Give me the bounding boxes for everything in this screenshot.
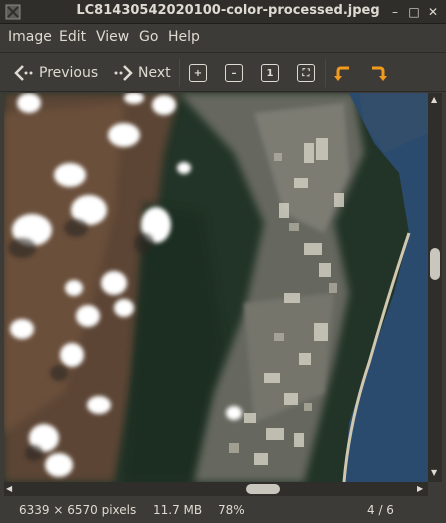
previous-label: Previous bbox=[39, 65, 99, 81]
menu-bar: Image Edit View Go Help bbox=[0, 25, 446, 51]
toolbar-separator bbox=[325, 59, 326, 87]
rotate-right-button[interactable] bbox=[368, 61, 390, 85]
satellite-image bbox=[4, 93, 428, 482]
minimize-icon[interactable]: – bbox=[386, 3, 404, 21]
scroll-left-icon[interactable]: ◀ bbox=[6, 484, 12, 493]
close-icon[interactable]: ✕ bbox=[424, 3, 442, 21]
next-label: Next bbox=[138, 65, 171, 81]
status-bar: 6339 × 6570 pixels 11.7 MB 78% 4 / 6 bbox=[0, 497, 446, 523]
horizontal-scrollbar[interactable]: ◀ ▶ bbox=[4, 482, 428, 496]
next-icon bbox=[114, 65, 133, 81]
menu-image[interactable]: Image bbox=[8, 29, 52, 45]
scroll-right-icon[interactable]: ▶ bbox=[417, 484, 423, 493]
horizontal-scroll-thumb[interactable] bbox=[246, 484, 280, 494]
toolbar: Previous Next + – 1 ⛶ bbox=[0, 52, 446, 92]
vertical-scroll-thumb[interactable] bbox=[430, 248, 440, 280]
image-viewport[interactable] bbox=[4, 93, 428, 482]
zoom-in-button[interactable]: + bbox=[189, 61, 207, 85]
previous-button[interactable]: Previous bbox=[13, 61, 98, 85]
normal-size-icon: 1 bbox=[261, 64, 279, 82]
zoom-out-icon: – bbox=[225, 64, 243, 82]
scroll-down-icon[interactable]: ▼ bbox=[431, 468, 437, 477]
previous-icon bbox=[14, 65, 33, 81]
best-fit-icon: ⛶ bbox=[297, 64, 315, 82]
scroll-up-icon[interactable]: ▲ bbox=[431, 95, 437, 104]
scroll-corner bbox=[428, 482, 442, 496]
title-bar: LC81430542020100-color-processed.jpeg – … bbox=[0, 0, 446, 24]
next-button[interactable]: Next bbox=[112, 61, 171, 85]
menu-view[interactable]: View bbox=[96, 29, 129, 45]
best-fit-button[interactable]: ⛶ bbox=[297, 61, 315, 85]
window-title: LC81430542020100-color-processed.jpeg bbox=[76, 3, 380, 18]
menu-edit[interactable]: Edit bbox=[59, 29, 86, 45]
image-dimensions: 6339 × 6570 pixels bbox=[19, 503, 137, 517]
rotate-right-icon bbox=[372, 66, 387, 81]
vertical-scrollbar[interactable]: ▲ ▼ bbox=[428, 93, 442, 482]
file-size: 11.7 MB bbox=[153, 503, 203, 517]
image-position: 4 / 6 bbox=[367, 503, 394, 517]
rotate-left-button[interactable] bbox=[333, 61, 355, 85]
menu-go[interactable]: Go bbox=[139, 29, 158, 45]
rotate-left-icon bbox=[334, 66, 349, 81]
maximize-icon[interactable]: □ bbox=[405, 3, 423, 21]
zoom-in-icon: + bbox=[189, 64, 207, 82]
normal-size-button[interactable]: 1 bbox=[261, 61, 279, 85]
zoom-level: 78% bbox=[218, 503, 245, 517]
zoom-out-button[interactable]: – bbox=[225, 61, 243, 85]
menu-help[interactable]: Help bbox=[168, 29, 200, 45]
toolbar-separator bbox=[179, 59, 180, 87]
